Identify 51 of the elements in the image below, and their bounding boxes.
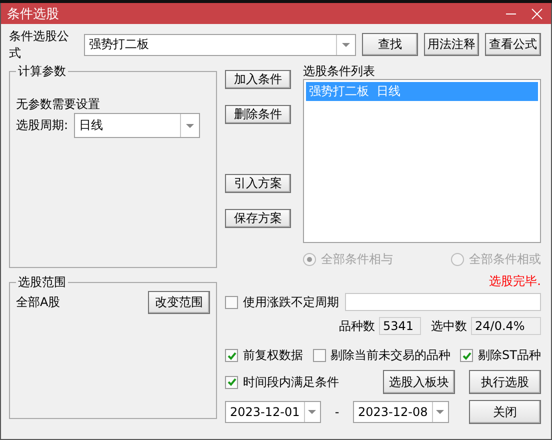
dropdown-arrow-icon bbox=[342, 42, 350, 46]
count-value: 5341 bbox=[379, 317, 421, 335]
checkbox-label: 剔除ST品种 bbox=[478, 347, 541, 364]
checkbox[interactable] bbox=[225, 376, 238, 388]
check-icon bbox=[226, 377, 236, 387]
formula-label: 条件选股公式 bbox=[9, 28, 70, 62]
checkbox-option[interactable]: 时间段内满足条件 bbox=[225, 374, 375, 390]
close-icon[interactable] bbox=[531, 8, 543, 20]
check-icon bbox=[462, 350, 472, 360]
checkbox-option[interactable]: 前复权数据 bbox=[225, 347, 303, 364]
dropdown-field[interactable]: 日线 bbox=[74, 113, 200, 138]
checkbox-option[interactable]: 剔除ST品种 bbox=[460, 347, 541, 364]
checkbox-option[interactable]: 使用涨跌不定周期 bbox=[225, 294, 339, 310]
condition-button[interactable]: 加入条件 bbox=[225, 70, 291, 89]
params-message: 无参数需要设置 bbox=[16, 96, 101, 113]
period-label: 选股周期: bbox=[16, 117, 68, 134]
window-title: 条件选股 bbox=[7, 6, 59, 22]
checkbox-label: 前复权数据 bbox=[243, 347, 303, 364]
dropdown-field[interactable]: 2023-12-08 bbox=[353, 401, 449, 423]
checkbox-label: 时间段内满足条件 bbox=[243, 374, 339, 390]
dropdown-arrow-icon bbox=[186, 124, 194, 128]
group-title: 选股范围 bbox=[17, 274, 67, 291]
count-value: 24/0.4% bbox=[471, 317, 541, 335]
condition-button[interactable]: 引入方案 bbox=[225, 174, 291, 193]
action-button[interactable]: 执行选股 bbox=[469, 370, 541, 394]
range-value: 全部A股 bbox=[16, 294, 60, 311]
list-title: 选股条件列表 bbox=[303, 63, 376, 79]
toolbar-button[interactable]: 查看公式 bbox=[485, 33, 541, 56]
checkbox[interactable] bbox=[312, 349, 326, 362]
checkbox-label: 使用涨跌不定周期 bbox=[243, 294, 339, 310]
dropdown-field[interactable]: 强势打二板 bbox=[84, 34, 356, 56]
check-icon bbox=[226, 350, 236, 360]
close-button[interactable]: 关闭 bbox=[469, 400, 541, 424]
dropdown-arrow-icon bbox=[436, 410, 444, 414]
condition-button[interactable]: 保存方案 bbox=[225, 209, 291, 228]
dropdown-field[interactable]: 2023-12-01 bbox=[225, 401, 321, 423]
change-range-button[interactable]: 改变范围 bbox=[148, 291, 210, 314]
count-label: 选中数 bbox=[431, 318, 467, 334]
date-separator: - bbox=[334, 405, 340, 419]
dropdown-arrow-icon bbox=[308, 410, 316, 414]
checkbox[interactable] bbox=[460, 349, 474, 362]
status-text: 选股完毕. bbox=[488, 273, 541, 289]
toolbar-button[interactable]: 用法注释 bbox=[424, 33, 480, 56]
group-title: 计算参数 bbox=[17, 63, 67, 80]
checkbox[interactable] bbox=[225, 296, 238, 308]
condition-button[interactable]: 删除条件 bbox=[225, 105, 291, 124]
checkbox[interactable] bbox=[225, 349, 238, 362]
toolbar-button[interactable]: 查找 bbox=[362, 33, 418, 56]
action-button[interactable]: 选股入板块 bbox=[383, 370, 455, 394]
count-label: 品种数 bbox=[339, 318, 375, 334]
period-input-field[interactable] bbox=[345, 293, 541, 311]
